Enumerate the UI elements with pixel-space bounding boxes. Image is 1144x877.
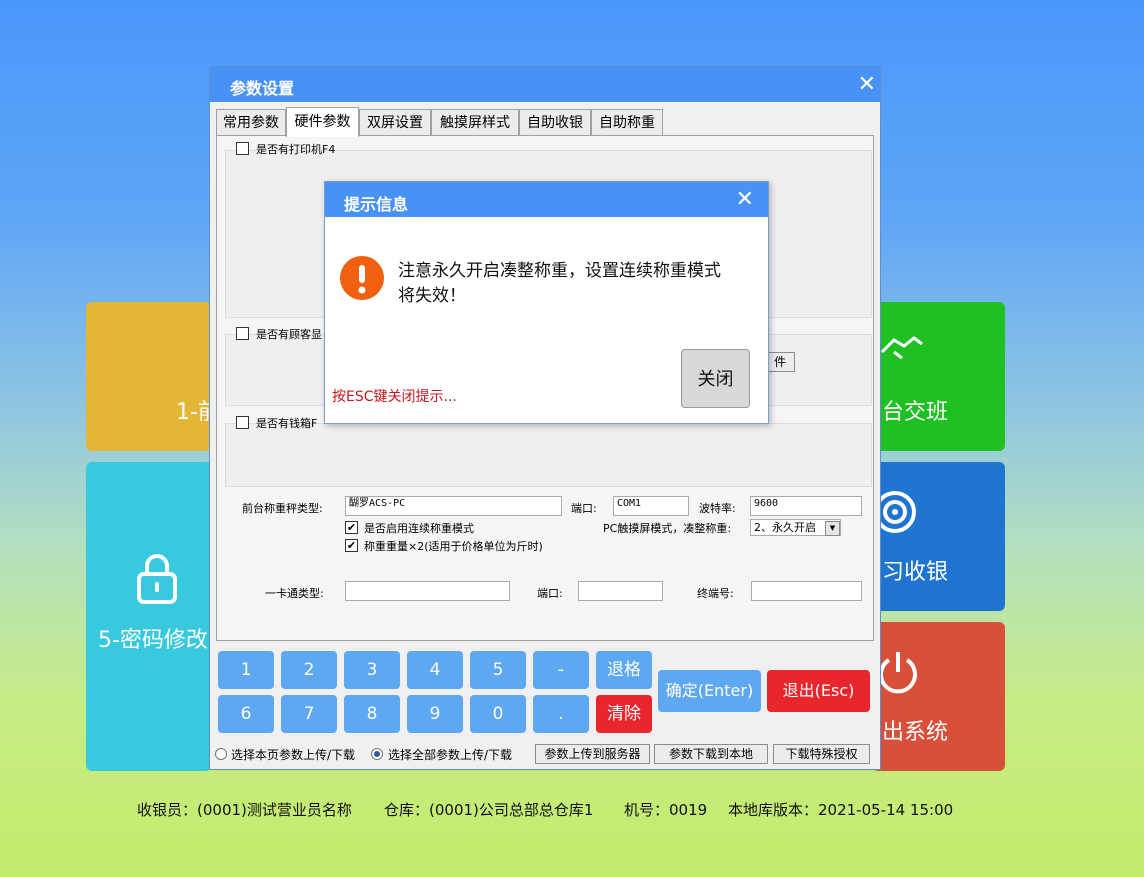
card-port-label: 端口: bbox=[537, 587, 563, 600]
tab-common[interactable]: 常用参数 bbox=[216, 109, 286, 135]
tile-1-label: 1-前 bbox=[176, 400, 212, 425]
double-label: 称重重量×2(适用于价格单位为斤时) bbox=[364, 540, 543, 553]
radio-page[interactable] bbox=[215, 748, 227, 760]
continuous-label: 是否启用连续称重模式 bbox=[364, 522, 474, 535]
card-type-field[interactable] bbox=[345, 581, 510, 601]
settings-title-bar: 参数设置 ✕ bbox=[210, 67, 880, 102]
download-button[interactable]: 参数下载到本地 bbox=[654, 744, 768, 764]
printer-label: 是否有打印机F4 bbox=[256, 143, 336, 156]
key-1[interactable]: 1 bbox=[218, 651, 274, 689]
key-7[interactable]: 7 bbox=[281, 695, 337, 733]
exit-button[interactable]: 退出(Esc) bbox=[767, 670, 870, 712]
tile-5-label: 5-密码修改 bbox=[98, 628, 208, 653]
key-0[interactable]: 0 bbox=[470, 695, 526, 733]
alert-title: 提示信息 bbox=[344, 195, 409, 214]
tile-exit-label: 退出系统 bbox=[872, 720, 949, 745]
tab-self-checkout[interactable]: 自助收银 bbox=[519, 109, 591, 135]
key-3[interactable]: 3 bbox=[344, 651, 400, 689]
alert-message-line1: 注意永久开启凑整称重，设置连续称重模式 bbox=[398, 261, 721, 281]
alert-message-line2: 将失效！ bbox=[398, 286, 466, 306]
cashbox-label: 是否有钱箱F bbox=[256, 417, 318, 430]
key-9[interactable]: 9 bbox=[407, 695, 463, 733]
tile-practice-label: 练习收银 bbox=[872, 560, 949, 585]
port-label: 端口: bbox=[571, 502, 597, 515]
special-auth-button[interactable]: 下载特殊授权 bbox=[773, 744, 870, 764]
tab-dual-screen[interactable]: 双屏设置 bbox=[359, 109, 431, 135]
port-field[interactable]: COM1 bbox=[613, 496, 689, 516]
key-8[interactable]: 8 bbox=[344, 695, 400, 733]
touch-mode-select[interactable]: 2、永久开启 ▼ bbox=[750, 519, 841, 536]
confirm-button[interactable]: 确定(Enter) bbox=[658, 670, 761, 712]
cashier-status: 收银员：(0001)测试营业员名称 bbox=[137, 801, 352, 819]
upload-button[interactable]: 参数上传到服务器 bbox=[535, 744, 650, 764]
key-dot[interactable]: . bbox=[533, 695, 589, 733]
touch-mode-value: 2、永久开启 bbox=[754, 521, 816, 534]
alert-close-button[interactable]: 关闭 bbox=[681, 349, 750, 408]
clear-button[interactable]: 清除 bbox=[596, 695, 652, 733]
handshake-icon bbox=[880, 330, 924, 370]
printer-checkbox[interactable] bbox=[236, 142, 249, 155]
tile-shift-label: 台交班 bbox=[882, 400, 949, 425]
terminal-field[interactable] bbox=[751, 581, 862, 601]
key-minus[interactable]: - bbox=[533, 651, 589, 689]
continuous-checkbox[interactable]: ✔ bbox=[345, 521, 358, 534]
key-5[interactable]: 5 bbox=[470, 651, 526, 689]
close-icon[interactable]: ✕ bbox=[858, 74, 876, 96]
lock-icon bbox=[136, 552, 178, 608]
key-6[interactable]: 6 bbox=[218, 695, 274, 733]
tile-5-password[interactable]: 5-密码修改 bbox=[86, 462, 212, 771]
alert-close-icon[interactable]: ✕ bbox=[736, 189, 754, 211]
tile-shift[interactable]: 台交班 bbox=[872, 302, 1005, 451]
alert-dialog: 提示信息 ✕ 注意永久开启凑整称重，设置连续称重模式 将失效！ 按ESC键关闭提… bbox=[324, 181, 769, 424]
tab-hardware[interactable]: 硬件参数 bbox=[286, 107, 359, 137]
tile-1-front[interactable]: 1-前 bbox=[86, 302, 212, 451]
warehouse-status: 仓库：(0001)公司总部总仓库1 bbox=[384, 801, 594, 819]
double-checkbox[interactable]: ✔ bbox=[345, 539, 358, 552]
tile-exit-system[interactable]: 退出系统 bbox=[872, 622, 1005, 771]
scale-type-field[interactable]: 醐罗ACS-PC bbox=[345, 496, 562, 516]
alert-title-bar: 提示信息 ✕ bbox=[325, 182, 768, 217]
alert-hint: 按ESC键关闭提示... bbox=[332, 389, 457, 405]
radio-all[interactable] bbox=[371, 748, 383, 760]
cashbox-checkbox[interactable] bbox=[236, 416, 249, 429]
display-label: 是否有顾客显 bbox=[256, 328, 322, 341]
machine-status: 机号：0019 bbox=[624, 801, 708, 819]
key-4[interactable]: 4 bbox=[407, 651, 463, 689]
terminal-label: 终端号: bbox=[697, 587, 734, 600]
card-type-label: 一卡通类型: bbox=[265, 587, 324, 600]
settings-title: 参数设置 bbox=[230, 79, 295, 98]
backspace-button[interactable]: 退格 bbox=[596, 651, 652, 689]
baud-field[interactable]: 9600 bbox=[750, 496, 862, 516]
key-2[interactable]: 2 bbox=[281, 651, 337, 689]
radio-page-label: 选择本页参数上传/下载 bbox=[231, 748, 356, 762]
cashbox-group bbox=[225, 423, 872, 487]
tab-self-weighing[interactable]: 自助称重 bbox=[591, 109, 663, 135]
db-version-status: 本地库版本：2021-05-14 15:00 bbox=[728, 801, 954, 819]
radio-all-label: 选择全部参数上传/下载 bbox=[388, 748, 513, 762]
tab-touch-style[interactable]: 触摸屏样式 bbox=[431, 109, 519, 135]
touch-mode-label: PC触摸屏模式，凑整称重: bbox=[603, 522, 732, 535]
power-icon bbox=[876, 648, 920, 700]
baud-label: 波特率: bbox=[699, 502, 736, 515]
partial-button[interactable]: 件 bbox=[765, 352, 795, 372]
scale-type-label: 前台称重秤类型: bbox=[242, 502, 323, 515]
warning-icon bbox=[340, 256, 384, 304]
tile-practice[interactable]: 练习收银 bbox=[872, 462, 1005, 611]
card-port-field[interactable] bbox=[578, 581, 663, 601]
chevron-down-icon[interactable]: ▼ bbox=[825, 521, 840, 536]
display-checkbox[interactable] bbox=[236, 327, 249, 340]
